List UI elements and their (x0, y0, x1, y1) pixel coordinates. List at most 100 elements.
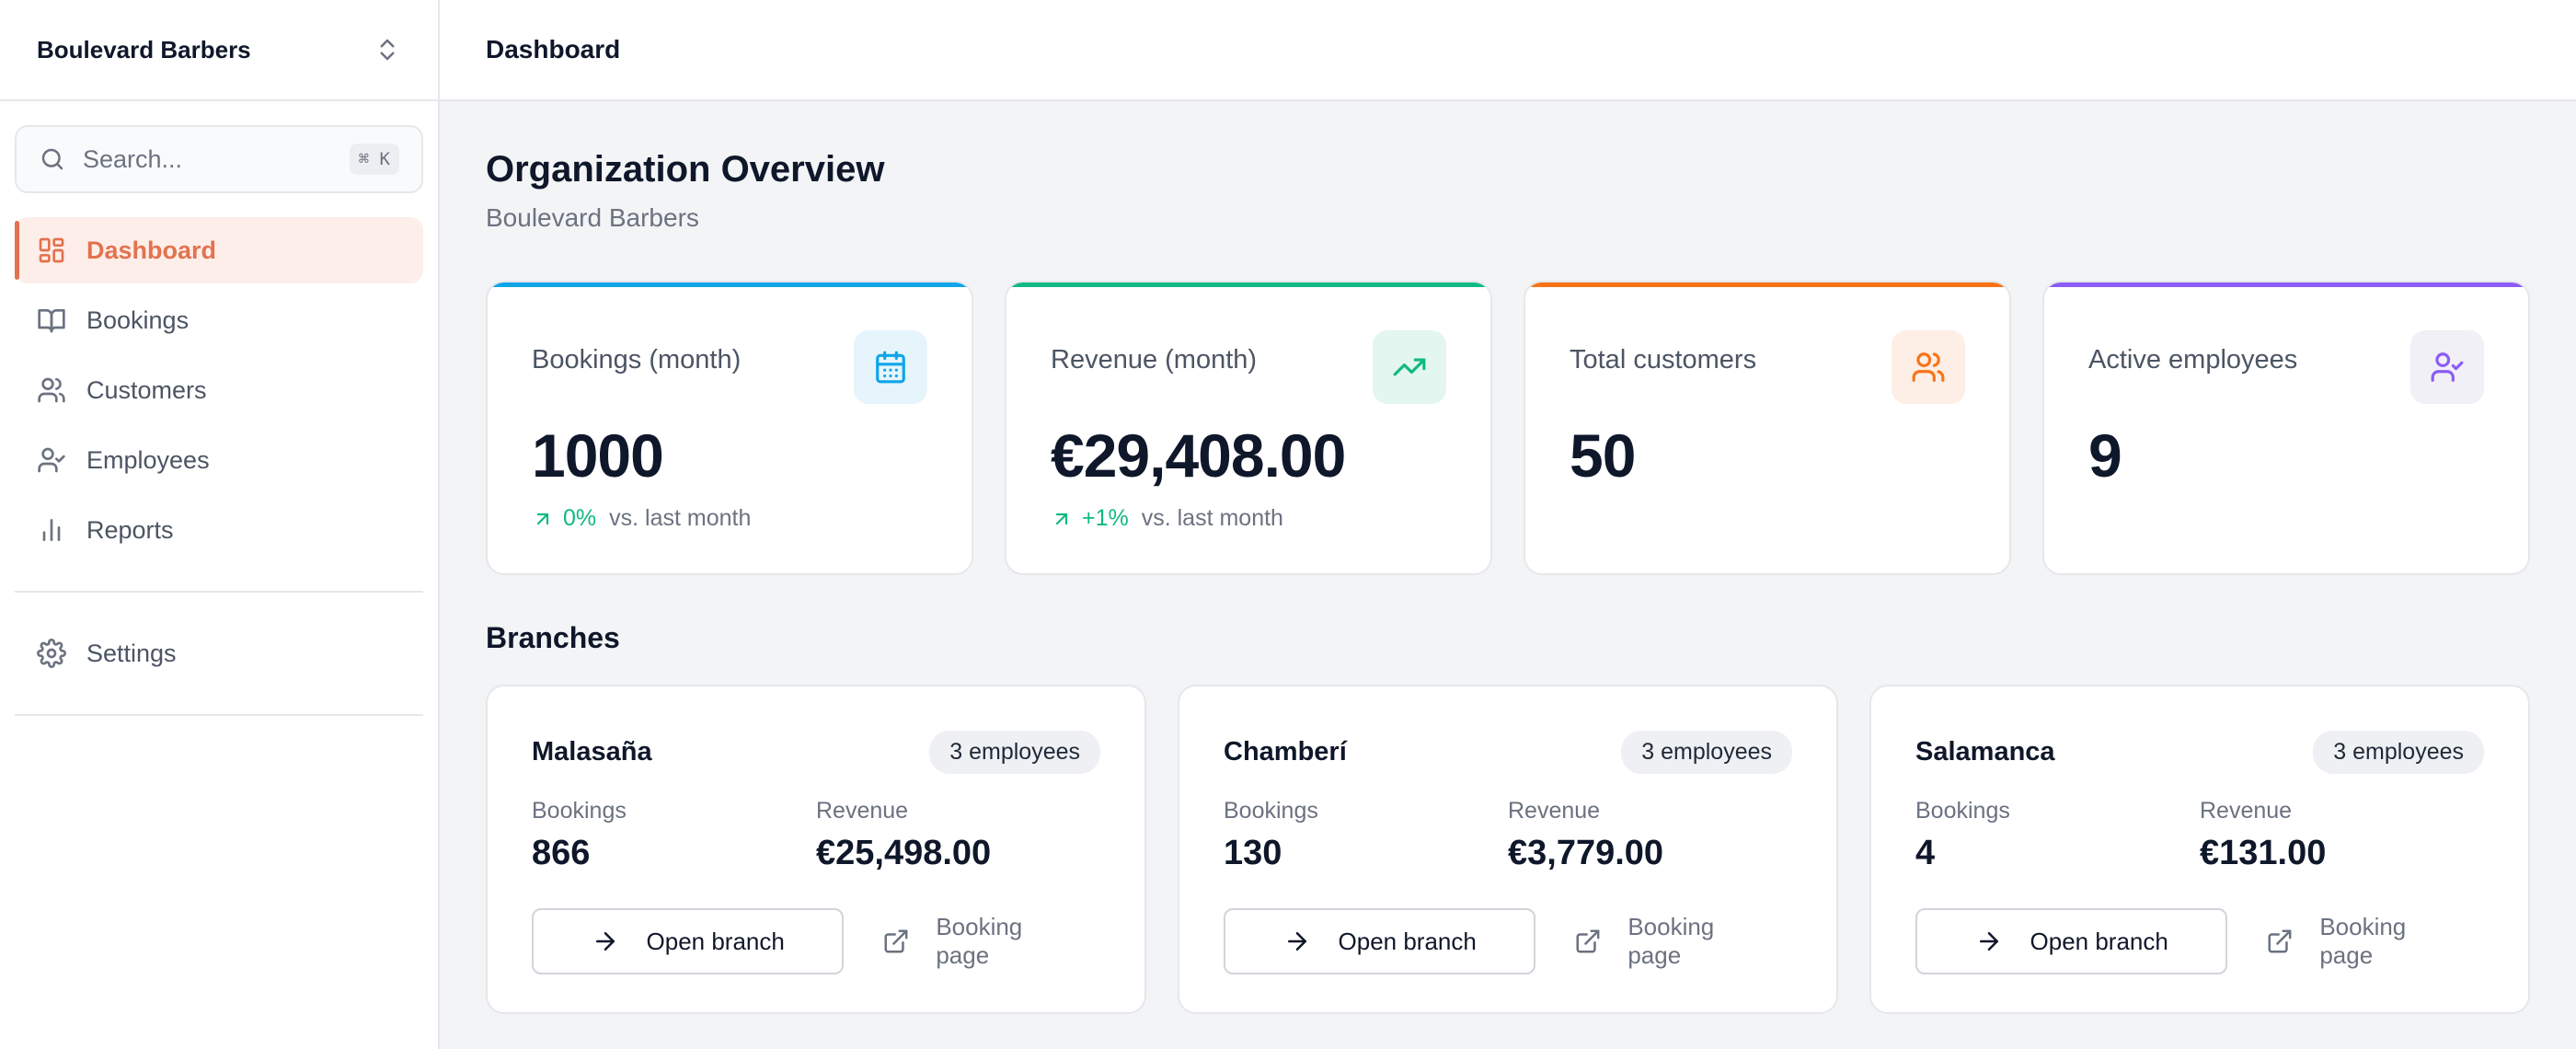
branch-card-malasana: Malasaña 3 employees Bookings 866 Revenu… (486, 685, 1146, 1014)
external-link-icon (2268, 929, 2292, 953)
revenue-value: €3,779.00 (1508, 834, 1664, 872)
trend-value: +1% (1082, 505, 1129, 531)
open-branch-button[interactable]: Open branch (532, 908, 845, 974)
bookings-label: Bookings (532, 798, 627, 824)
main-area: Dashboard Organization Overview Boulevar… (440, 0, 2576, 1049)
stat-label: Bookings (month) (532, 345, 742, 375)
stat-icon-wrap (854, 330, 927, 404)
organization-name: Boulevard Barbers (37, 35, 251, 63)
sidebar-item-reports[interactable]: Reports (15, 497, 423, 563)
bookings-label: Bookings (1915, 798, 2010, 824)
employee-count-badge: 3 employees (2313, 731, 2484, 774)
arrow-right-icon (595, 932, 615, 951)
app-root: Boulevard Barbers ⌘ K Dashboard Bookings… (0, 0, 2576, 1049)
bookings-value: 4 (1915, 834, 1936, 872)
search-input[interactable] (83, 144, 333, 174)
external-link-icon (884, 929, 908, 953)
branches-section-title: Branches (486, 621, 620, 654)
open-branch-label: Open branch (646, 927, 785, 955)
branch-name: Chamberí (1224, 737, 1347, 767)
stat-value: 50 (1570, 421, 1636, 490)
stat-card-bookings: Bookings (month) 1000 0% vs. last month (486, 281, 973, 575)
bookings-label: Bookings (1224, 798, 1318, 824)
bar-chart-icon (42, 519, 61, 541)
branch-card-salamanca: Salamanca 3 employees Bookings 4 Revenue… (1869, 685, 2530, 1014)
stat-trend: 0% vs. last month (532, 505, 927, 532)
revenue-label: Revenue (1508, 798, 1601, 824)
stat-card-customers: Total customers 50 (1524, 281, 2011, 575)
external-link-icon (1576, 929, 1600, 953)
stat-value: 9 (2088, 421, 2122, 490)
dashboard-content: Organization Overview Boulevard Barbers … (440, 101, 2576, 1014)
arrow-right-icon (1287, 932, 1306, 951)
open-branch-button[interactable]: Open branch (1224, 908, 1536, 974)
employee-count-badge: 3 employees (1621, 731, 1792, 774)
stat-icon-wrap (1892, 330, 1965, 404)
sidebar-item-settings[interactable]: Settings (15, 620, 423, 686)
trend-text: vs. last month (609, 505, 752, 531)
sidebar-item-dashboard[interactable]: Dashboard (15, 217, 423, 283)
branch-card-chamberi: Chamberí 3 employees Bookings 130 Revenu… (1178, 685, 1838, 1014)
layout-dashboard-icon (39, 237, 64, 263)
stat-card-revenue: Revenue (month) €29,408.00 +1% vs. last … (1005, 281, 1492, 575)
user-check-icon (38, 447, 65, 473)
organization-switcher[interactable]: Boulevard Barbers (0, 0, 438, 101)
branches-grid: Malasaña 3 employees Bookings 866 Revenu… (486, 685, 2530, 1014)
book-open-icon (38, 309, 65, 333)
users-icon (1912, 352, 1945, 382)
sidebar-divider (15, 591, 423, 593)
branch-name: Salamanca (1915, 737, 2055, 767)
header-title: Dashboard (486, 35, 621, 63)
booking-page-link[interactable]: Booking page (864, 908, 1100, 974)
stat-label: Revenue (month) (1051, 345, 1258, 375)
bookings-value: 130 (1224, 834, 1282, 872)
stat-card-employees: Active employees 9 (2042, 281, 2530, 575)
employee-count-badge: 3 employees (929, 731, 1100, 774)
booking-page-label: Booking page (936, 913, 1023, 969)
booking-page-label: Booking page (1627, 913, 1715, 969)
user-check-icon (2431, 352, 2464, 382)
stats-grid: Bookings (month) 1000 0% vs. last month (486, 281, 2530, 575)
arrow-right-icon (1979, 932, 1998, 951)
search-icon (41, 148, 63, 170)
stat-icon-wrap (2410, 330, 2484, 404)
stat-value: €29,408.00 (1051, 421, 1346, 490)
trend-value: 0% (563, 505, 597, 531)
sidebar-item-employees[interactable]: Employees (15, 427, 423, 493)
search-box[interactable]: ⌘ K (15, 125, 423, 193)
sidebar-item-label: Customers (86, 375, 207, 404)
stat-label: Total customers (1570, 345, 1757, 375)
revenue-label: Revenue (816, 798, 909, 824)
users-icon (38, 377, 65, 403)
arrow-up-right-icon (1055, 513, 1068, 524)
booking-page-link[interactable]: Booking page (1556, 908, 1792, 974)
sidebar-item-label: Bookings (86, 305, 190, 334)
sidebar-item-bookings[interactable]: Bookings (15, 287, 423, 353)
sidebar-item-customers[interactable]: Customers (15, 357, 423, 423)
booking-page-link[interactable]: Booking page (2248, 908, 2484, 974)
trend-text: vs. last month (1141, 505, 1283, 531)
sidebar-item-label: Reports (86, 515, 174, 544)
revenue-value: €131.00 (2200, 834, 2327, 872)
revenue-value: €25,498.00 (816, 834, 992, 872)
booking-page-label: Booking page (2319, 913, 2407, 969)
sidebar: Boulevard Barbers ⌘ K Dashboard Bookings… (0, 0, 440, 1049)
calendar-icon (876, 351, 905, 384)
stat-label: Active employees (2088, 345, 2298, 375)
arrow-up-right-icon (536, 513, 549, 524)
gear-icon (37, 639, 66, 668)
page-title: Organization Overview (486, 149, 885, 190)
sidebar-item-label: Settings (86, 639, 177, 667)
chevrons-up-down-icon (380, 39, 395, 61)
trending-up-icon (1393, 358, 1426, 376)
page-subtitle: Boulevard Barbers (486, 203, 699, 232)
open-branch-button[interactable]: Open branch (1915, 908, 2228, 974)
search-shortcut-hint: ⌘ K (349, 144, 399, 175)
sidebar-divider (15, 714, 423, 716)
sidebar-item-label: Employees (86, 445, 210, 474)
top-bar: Dashboard (440, 0, 2576, 101)
branch-name: Malasaña (532, 737, 652, 767)
sidebar-item-label: Dashboard (86, 236, 217, 264)
stat-value: 1000 (532, 421, 664, 490)
stat-icon-wrap (1373, 330, 1446, 404)
